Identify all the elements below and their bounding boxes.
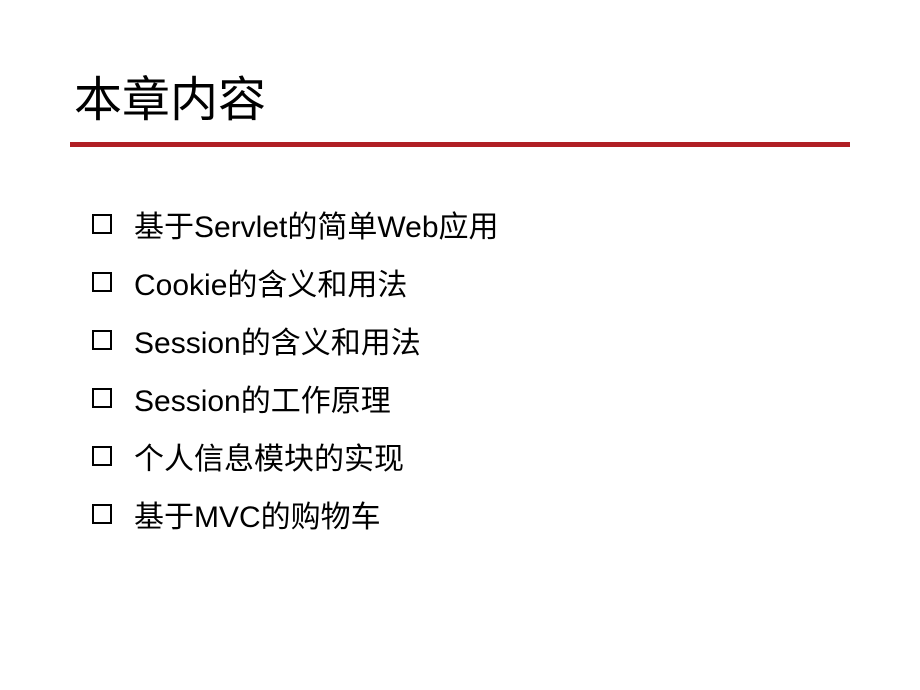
list-item: 基于MVC的购物车 (92, 492, 850, 536)
content-list: 基于Servlet的简单Web应用 Cookie的含义和用法 Session的含… (70, 202, 850, 536)
square-bullet-icon (92, 272, 112, 292)
list-item-label: 个人信息模块的实现 (134, 434, 404, 478)
page-title: 本章内容 (70, 60, 850, 130)
list-item: 个人信息模块的实现 (92, 434, 850, 478)
list-item: Session的含义和用法 (92, 318, 850, 362)
square-bullet-icon (92, 446, 112, 466)
title-divider (70, 142, 850, 147)
list-item-label: Session的含义和用法 (134, 318, 421, 362)
list-item: Session的工作原理 (92, 376, 850, 420)
square-bullet-icon (92, 330, 112, 350)
list-item-label: Cookie的含义和用法 (134, 260, 407, 304)
square-bullet-icon (92, 214, 112, 234)
square-bullet-icon (92, 504, 112, 524)
list-item: Cookie的含义和用法 (92, 260, 850, 304)
square-bullet-icon (92, 388, 112, 408)
list-item-label: Session的工作原理 (134, 376, 391, 420)
list-item-label: 基于MVC的购物车 (134, 492, 381, 536)
list-item-label: 基于Servlet的简单Web应用 (134, 202, 499, 246)
list-item: 基于Servlet的简单Web应用 (92, 202, 850, 246)
